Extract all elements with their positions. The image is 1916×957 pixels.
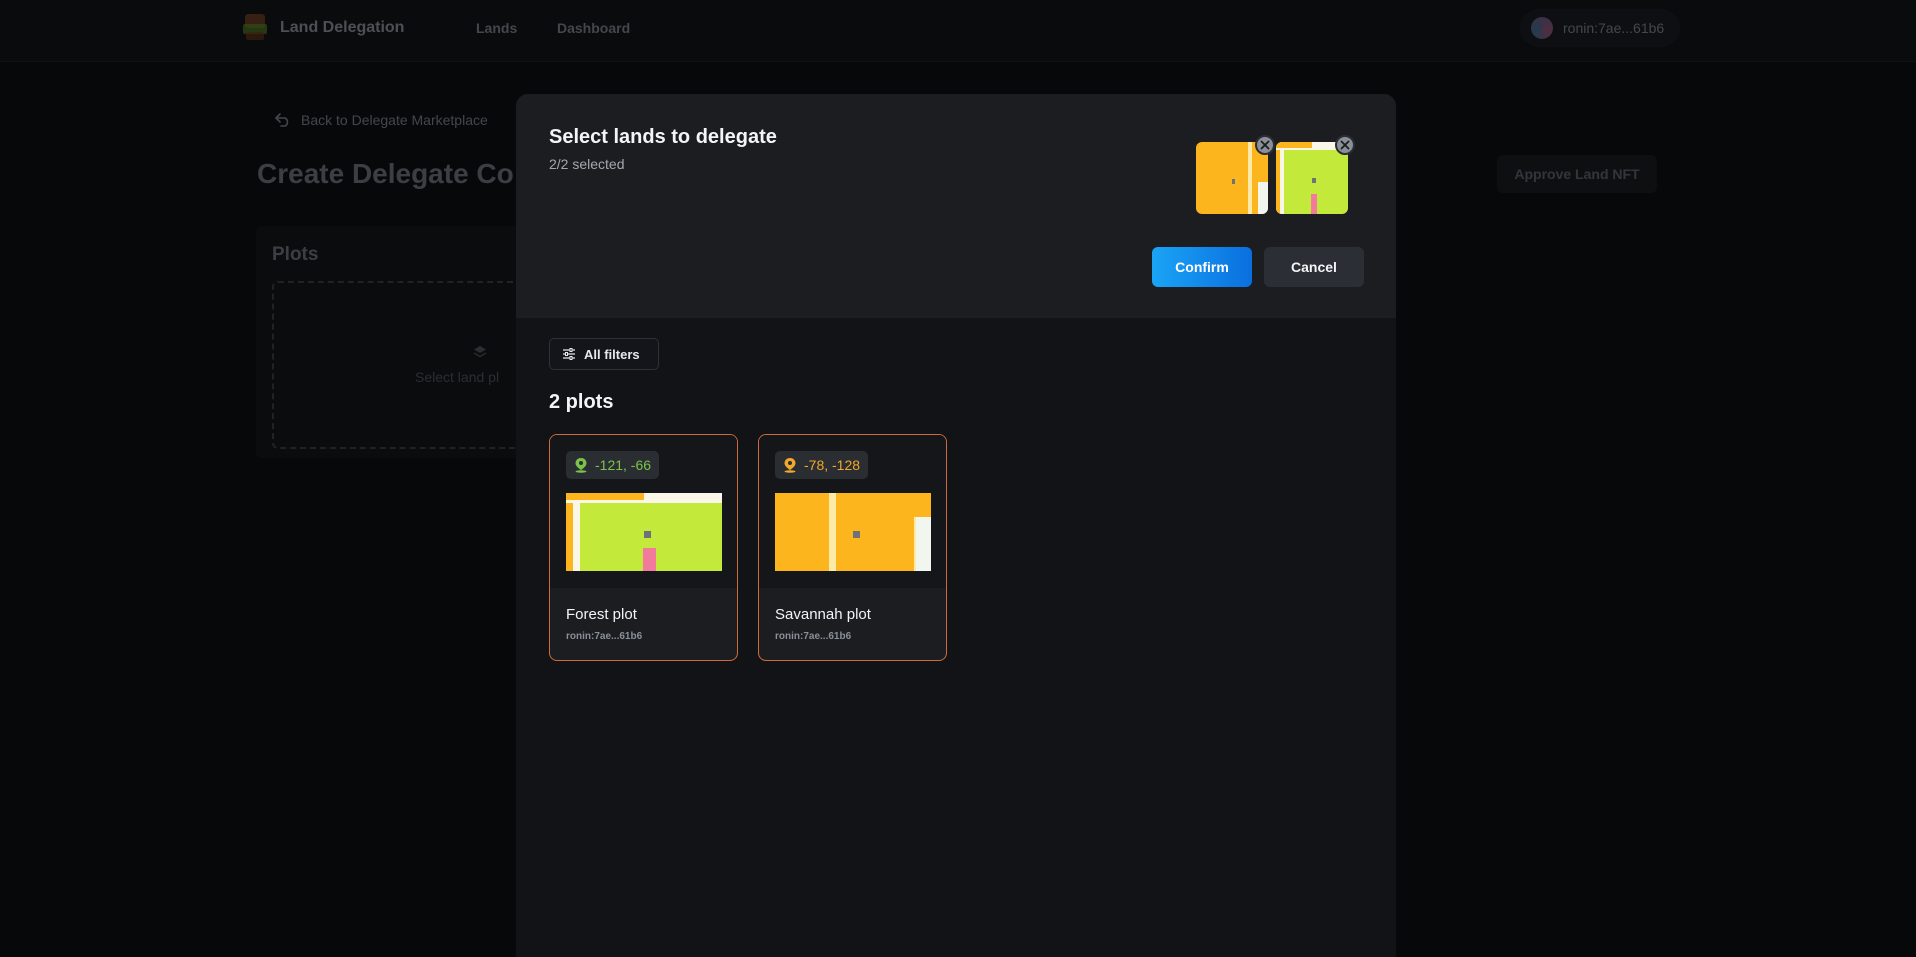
all-filters-label: All filters bbox=[584, 346, 640, 362]
cancel-button[interactable]: Cancel bbox=[1264, 247, 1364, 287]
plot-owner: ronin:7ae...61b6 bbox=[775, 631, 852, 642]
location-pin-icon bbox=[784, 458, 796, 473]
modal-title: Select lands to delegate bbox=[549, 126, 777, 148]
location-pin-icon bbox=[575, 458, 587, 473]
remove-savannah-button[interactable] bbox=[1255, 135, 1275, 155]
remove-forest-button[interactable] bbox=[1335, 135, 1355, 155]
plot-card-savannah[interactable]: -78, -128 Savannah plot ronin:7ae...61b6 bbox=[758, 434, 947, 661]
forest-plot-thumbnail bbox=[1276, 142, 1348, 214]
selected-count: 2/2 selected bbox=[549, 156, 625, 172]
card-preview: -78, -128 bbox=[759, 435, 946, 588]
sliders-icon bbox=[563, 348, 575, 360]
forest-plot-image bbox=[566, 493, 722, 571]
confirm-button[interactable]: Confirm bbox=[1152, 247, 1252, 287]
plot-name: Forest plot bbox=[566, 606, 637, 623]
savannah-plot-image bbox=[775, 493, 931, 571]
card-preview: -121, -66 bbox=[550, 435, 737, 588]
savannah-plot-thumbnail bbox=[1196, 142, 1268, 214]
close-icon bbox=[1260, 140, 1270, 150]
select-lands-modal: Select lands to delegate 2/2 selected Co… bbox=[516, 94, 1396, 957]
plot-card-forest[interactable]: -121, -66 Forest plot ronin:7ae...61b6 bbox=[549, 434, 738, 661]
modal-header: Select lands to delegate 2/2 selected Co… bbox=[516, 94, 1396, 318]
coordinates-text: -78, -128 bbox=[804, 457, 861, 473]
plot-name: Savannah plot bbox=[775, 606, 871, 623]
selected-thumbnail-savannah bbox=[1196, 135, 1275, 214]
coordinates-badge: -121, -66 bbox=[566, 451, 660, 479]
all-filters-button[interactable]: All filters bbox=[549, 338, 659, 370]
coordinates-badge: -78, -128 bbox=[775, 451, 869, 479]
coordinates-text: -121, -66 bbox=[595, 457, 652, 473]
selected-thumbnail-forest bbox=[1276, 135, 1355, 214]
close-icon bbox=[1340, 140, 1350, 150]
plots-count: 2 plots bbox=[549, 391, 614, 413]
plot-owner: ronin:7ae...61b6 bbox=[566, 631, 643, 642]
